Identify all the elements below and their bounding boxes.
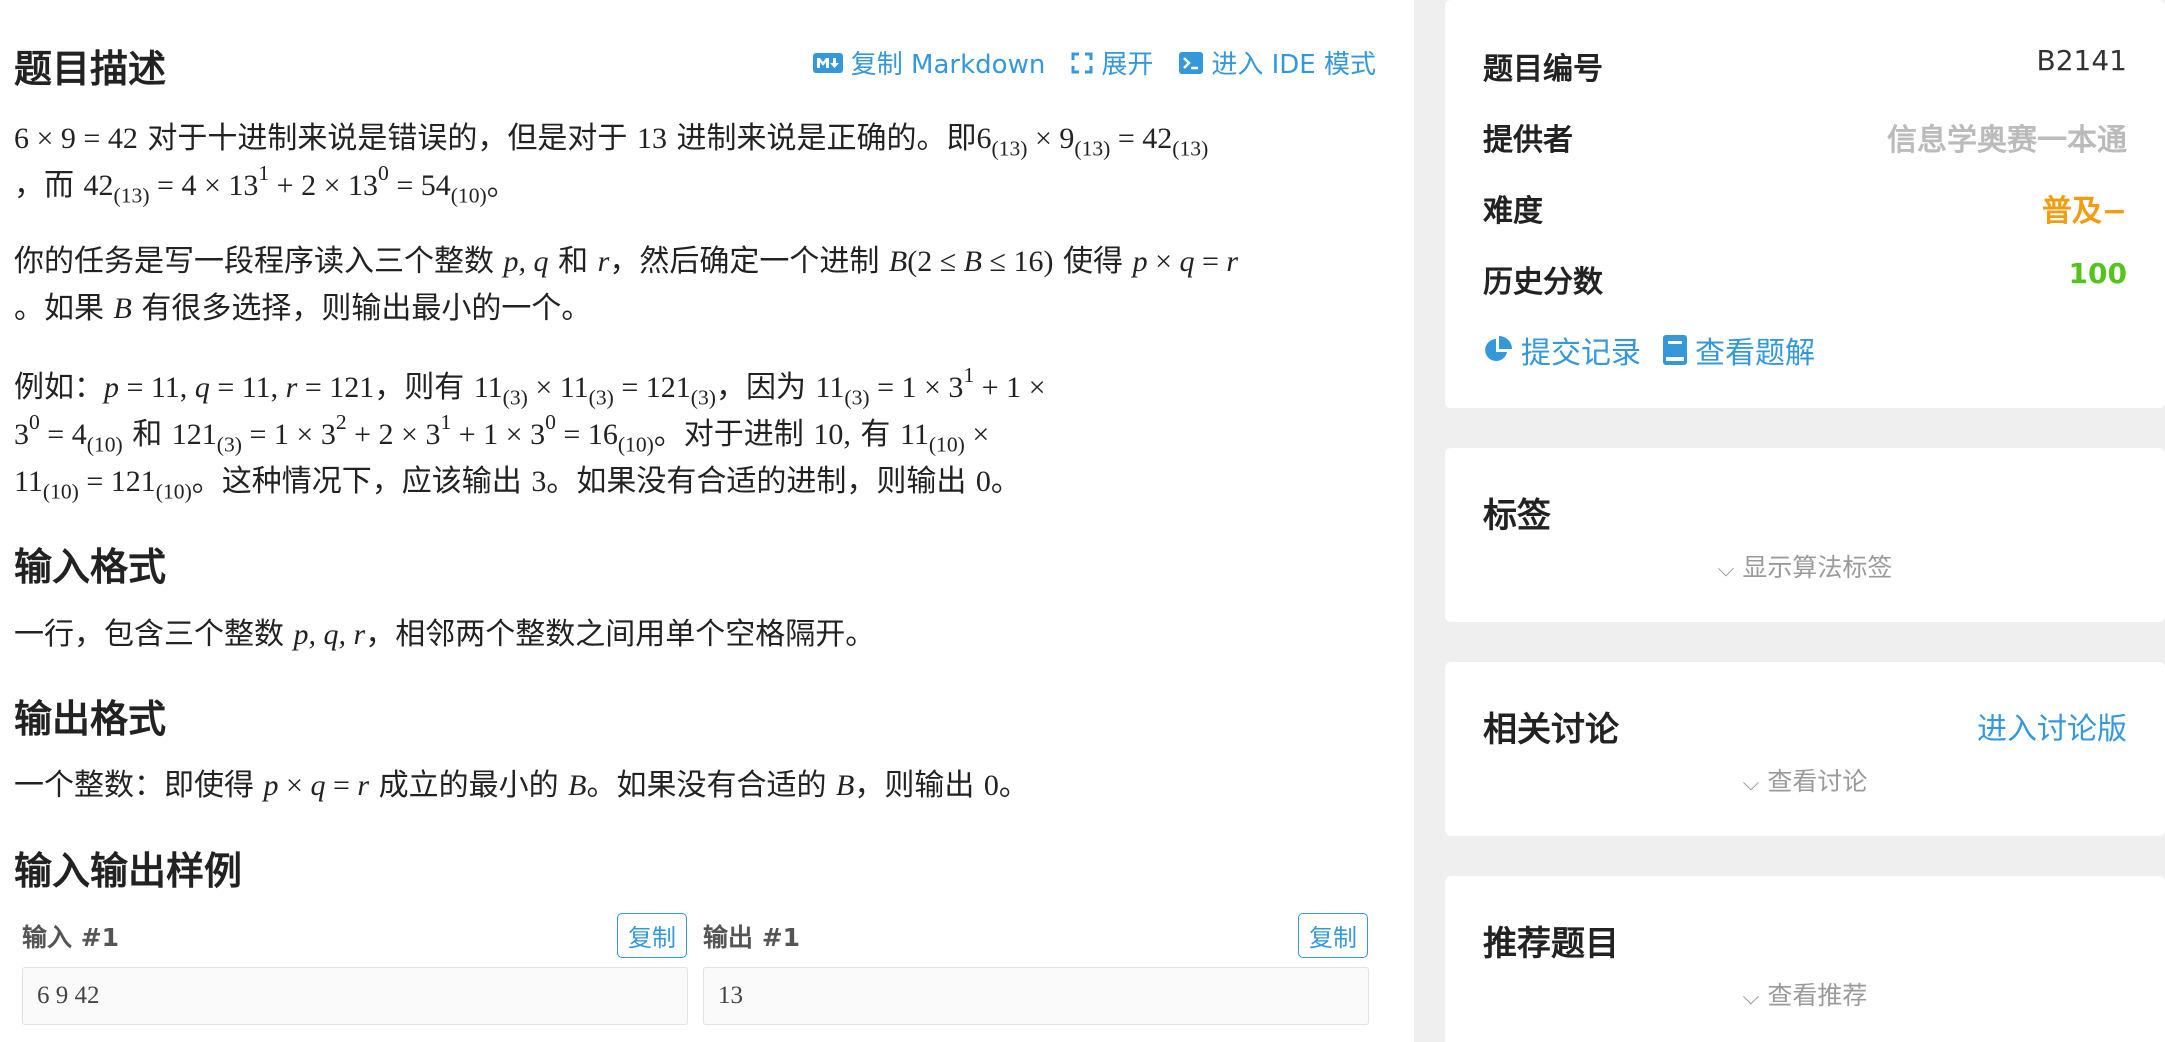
chevron-down-icon: ⌵	[1717, 557, 1735, 582]
info-links: 提交记录 查看题解	[1483, 328, 1815, 372]
tags-card: 标签 ⌵ 显示算法标签	[1445, 448, 2165, 622]
desc2-text-a: 你的任务是写一段程序读入三个整数	[14, 244, 494, 279]
sample-input-box[interactable]: 6 9 42	[22, 967, 688, 1025]
problem-id-value: B2141	[2036, 44, 2127, 77]
chevron-down-icon: ⌵	[1742, 985, 1760, 1010]
desc2-text-f: 有很多选择，则输出最小的一个。	[141, 291, 592, 326]
enter-discussion-link[interactable]: 进入讨论版	[1977, 704, 2127, 748]
ide-mode-label: 进入 IDE 模式	[1211, 50, 1376, 80]
view-recommend-toggle[interactable]: ⌵ 查看推荐	[1445, 976, 2165, 1012]
problem-description-heading: 题目描述	[14, 47, 167, 91]
expand-button[interactable]: 展开	[1071, 44, 1153, 81]
provider-label: 提供者	[1483, 123, 1573, 158]
provider-row: 提供者 信息学奥赛一本通	[1483, 115, 2127, 165]
score-label: 历史分数	[1483, 265, 1603, 300]
recommend-title: 推荐题目	[1483, 924, 1619, 964]
desc3-text-b: ，则有	[374, 370, 465, 405]
desc3-text-a: 例如：	[14, 370, 104, 405]
desc2-text-e: 。如果	[14, 291, 104, 326]
desc1-text-c: ，而	[14, 168, 74, 203]
score-row: 历史分数 100	[1483, 257, 2127, 307]
view-discussion-label: 查看讨论	[1767, 767, 1868, 796]
sample-output-box[interactable]: 13	[703, 967, 1369, 1025]
output-format-heading: 输出格式	[14, 697, 167, 741]
expand-label: 展开	[1101, 50, 1154, 80]
output-text-b: 成立的最小的	[378, 768, 559, 803]
submissions-link[interactable]: 提交记录	[1483, 328, 1641, 372]
output-text-c: 。如果没有合适的	[586, 768, 827, 803]
desc3-text-g: 。这种情况下，应该输出	[191, 464, 522, 499]
difficulty-value: 普及−	[2041, 194, 2127, 229]
input-format-text: 一行，包含三个整数 p, q, r，相邻两个整数之间用单个空格隔开。	[14, 617, 876, 652]
solutions-link[interactable]: 查看题解	[1663, 328, 1815, 372]
desc1-text-a: 对于十进制来说是错误的，但是对于	[147, 121, 628, 156]
output-text-a: 一个整数：即使得	[14, 768, 254, 803]
problem-id-row: 题目编号 B2141	[1483, 44, 2127, 94]
desc3-text-h: 。如果没有合适的进制，则输出	[546, 464, 967, 499]
difficulty-label: 难度	[1483, 194, 1543, 229]
show-tags-toggle[interactable]: ⌵ 显示算法标签	[1445, 548, 2165, 584]
terminal-icon	[1179, 51, 1204, 74]
copy-input-button[interactable]: 复制	[617, 913, 687, 958]
problem-title-row: 题目描述 复制 Markdown 展开 进入 IDE 模式	[14, 38, 1376, 91]
samples-heading: 输入输出样例	[14, 849, 243, 893]
submissions-link-label: 提交记录	[1521, 336, 1641, 371]
input-text-b: ，相邻两个整数之间用单个空格隔开。	[365, 617, 876, 652]
view-discussion-toggle[interactable]: ⌵ 查看讨论	[1445, 762, 2165, 798]
description-paragraph-1: 6 × 9 = 42 对于十进制来说是错误的，但是对于 13 进制来说是正确的。…	[14, 121, 1209, 208]
desc2-text-c: ，然后确定一个进制	[609, 244, 880, 279]
desc1-text-b: 进制来说是正确的。即	[676, 121, 977, 156]
tags-title: 标签	[1483, 496, 1551, 536]
ide-mode-button[interactable]: 进入 IDE 模式	[1179, 44, 1376, 81]
problem-id-label: 题目编号	[1483, 52, 1603, 87]
desc3-text-d: 和	[132, 417, 163, 452]
input-text-a: 一行，包含三个整数	[14, 617, 284, 652]
desc3-text-e: 。对于进制	[653, 417, 804, 452]
input-format-heading: 输入格式	[14, 545, 167, 589]
difficulty-row: 难度 普及−	[1483, 186, 2127, 236]
expand-icon	[1071, 52, 1093, 73]
markdown-icon	[812, 52, 843, 73]
copy-markdown-button[interactable]: 复制 Markdown	[812, 44, 1046, 81]
description-paragraph-3: 例如：p = 11, q = 11, r = 121，则有 11(3) × 11…	[14, 362, 1046, 504]
sample-output-label: 输出 #1	[703, 923, 801, 952]
desc1-text-d: 。	[486, 168, 517, 203]
chevron-down-icon: ⌵	[1742, 771, 1760, 796]
problem-panel: 题目描述 复制 Markdown 展开 进入 IDE 模式 6 × 9 = 42…	[0, 0, 1414, 1042]
desc3-text-f: 有	[860, 417, 891, 452]
pie-chart-icon	[1485, 336, 1512, 361]
score-value: 100	[2068, 257, 2127, 290]
book-icon	[1663, 335, 1687, 365]
problem-actions: 复制 Markdown 展开 进入 IDE 模式	[812, 44, 1376, 81]
problem-info-card: 题目编号 B2141 提供者 信息学奥赛一本通 难度 普及− 历史分数 100 …	[1445, 0, 2165, 408]
view-recommend-label: 查看推荐	[1767, 981, 1868, 1010]
solutions-link-label: 查看题解	[1695, 336, 1815, 371]
output-format-text: 一个整数：即使得 p × q = r 成立的最小的 B。如果没有合适的 B，则输…	[14, 768, 1029, 803]
show-tags-label: 显示算法标签	[1742, 553, 1893, 582]
desc3-text-c: ，因为	[715, 370, 806, 405]
discussion-title: 相关讨论	[1483, 710, 1619, 750]
discussion-card: 相关讨论 进入讨论版 ⌵ 查看讨论	[1445, 662, 2165, 836]
copy-markdown-label: 复制 Markdown	[850, 50, 1046, 80]
output-text-d: ，则输出	[854, 768, 975, 803]
desc2-text-d: 使得	[1063, 244, 1124, 279]
desc3-text-i: 。	[990, 464, 1021, 499]
copy-output-button[interactable]: 复制	[1298, 913, 1368, 958]
description-paragraph-2: 你的任务是写一段程序读入三个整数 p, q 和 r，然后确定一个进制 B(2 ≤…	[14, 244, 1239, 326]
sample-input-label: 输入 #1	[22, 923, 120, 952]
output-text-e: 。	[998, 768, 1029, 803]
recommend-card: 推荐题目 ⌵ 查看推荐	[1445, 876, 2165, 1042]
provider-value[interactable]: 信息学奥赛一本通	[1887, 115, 2127, 159]
desc2-text-b: 和	[558, 244, 589, 279]
